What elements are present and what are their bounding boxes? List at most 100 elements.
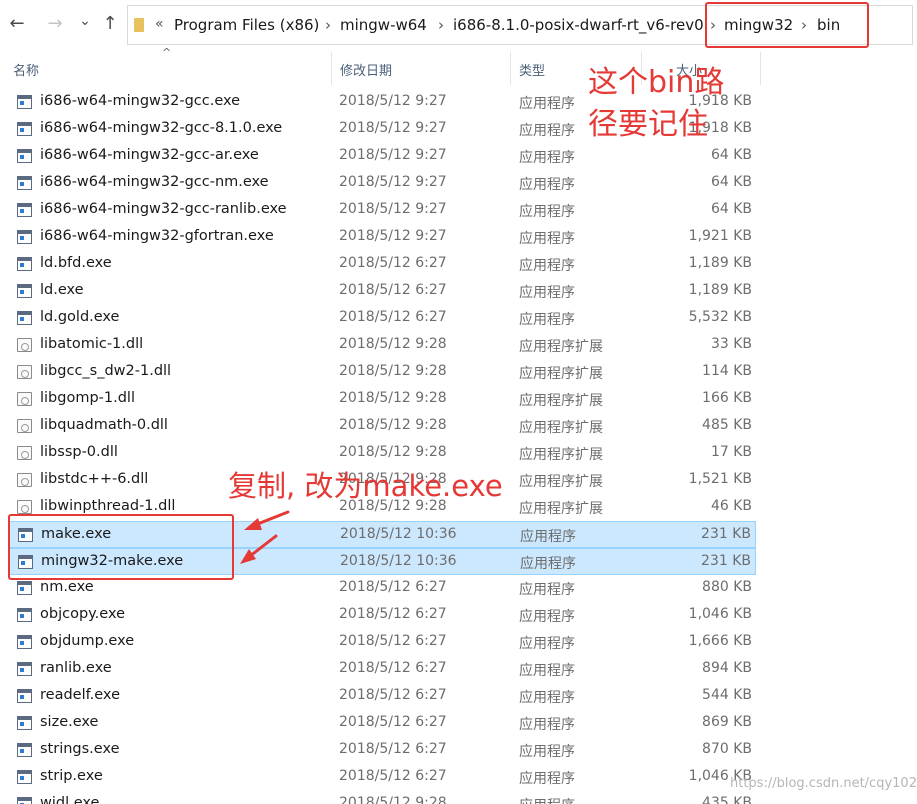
file-row[interactable]: readelf.exe 2018/5/12 6:27 应用程序 544 KB — [8, 683, 756, 710]
file-name: ld.exe — [40, 282, 84, 298]
file-row[interactable]: i686-w64-mingw32-gcc-nm.exe 2018/5/12 9:2… — [8, 170, 756, 197]
exe-file-icon — [17, 608, 32, 622]
file-name: libstdc++-6.dll — [40, 471, 149, 487]
file-date-modified: 2018/5/12 9:28 — [339, 795, 447, 804]
file-name: nm.exe — [40, 579, 94, 595]
exe-file-icon — [17, 689, 32, 703]
file-size: 894 KB — [702, 660, 752, 676]
file-name: objcopy.exe — [40, 606, 125, 622]
column-divider[interactable] — [510, 52, 511, 85]
file-row[interactable]: objdump.exe 2018/5/12 6:27 应用程序 1,666 KB — [8, 629, 756, 656]
file-row[interactable]: ranlib.exe 2018/5/12 6:27 应用程序 894 KB — [8, 656, 756, 683]
file-type: 应用程序 — [519, 312, 575, 328]
file-type: 应用程序扩展 — [519, 474, 603, 490]
file-row[interactable]: libgcc_s_dw2-1.dll 2018/5/12 9:28 应用程序扩展 11… — [8, 359, 756, 386]
breadcrumb-item[interactable]: i686-8.1.0-posix-dwarf-rt_v6-rev0 — [453, 16, 704, 34]
annotation-line: 这个bin路 — [588, 65, 725, 100]
file-name: i686-w64-mingw32-gcc-8.1.0.exe — [40, 120, 283, 136]
exe-file-icon — [17, 176, 32, 190]
forward-button[interactable]: → — [44, 13, 66, 35]
up-button[interactable]: ↑ — [99, 13, 121, 35]
chevron-right-icon[interactable]: › — [325, 16, 331, 34]
file-row[interactable]: i686-w64-mingw32-gcc-ranlib.exe 2018/5/12… — [8, 197, 756, 224]
file-type: 应用程序 — [519, 231, 575, 247]
file-date-modified: 2018/5/12 9:27 — [339, 201, 447, 217]
file-type: 应用程序 — [519, 582, 575, 598]
file-row[interactable]: i686-w64-mingw32-gfortran.exe 2018/5/12 9… — [8, 224, 756, 251]
file-type: 应用程序 — [519, 690, 575, 706]
file-date-modified: 2018/5/12 6:27 — [339, 606, 447, 622]
recent-locations-button[interactable]: ⌄ — [74, 10, 96, 32]
column-divider[interactable] — [760, 52, 761, 85]
arrow-left-icon: ← — [9, 13, 25, 34]
copy-annotation: 复制, 改为make.exe — [228, 469, 503, 503]
file-size: 231 KB — [701, 526, 751, 542]
file-row[interactable]: libquadmath-0.dll 2018/5/12 9:28 应用程序扩展 485… — [8, 413, 756, 440]
file-type: 应用程序扩展 — [519, 366, 603, 382]
file-type: 应用程序 — [519, 123, 575, 139]
file-type: 应用程序 — [520, 529, 576, 545]
file-row[interactable]: libatomic-1.dll 2018/5/12 9:28 应用程序扩展 33 KB — [8, 332, 756, 359]
file-size: 64 KB — [710, 147, 752, 163]
file-type: 应用程序 — [519, 636, 575, 652]
file-row[interactable]: ld.exe 2018/5/12 6:27 应用程序 1,189 KB — [8, 278, 756, 305]
breadcrumb-item[interactable]: mingw-w64 — [340, 16, 427, 34]
file-row[interactable]: libgomp-1.dll 2018/5/12 9:28 应用程序扩展 166 KB — [8, 386, 756, 413]
file-type: 应用程序 — [519, 663, 575, 679]
file-date-modified: 2018/5/12 6:27 — [339, 714, 447, 730]
file-type: 应用程序 — [519, 744, 575, 760]
breadcrumb-item[interactable]: Program Files (x86) — [174, 16, 319, 34]
chevron-right-icon[interactable]: › — [438, 16, 444, 34]
file-row[interactable]: strip.exe 2018/5/12 6:27 应用程序 1,046 KB — [8, 764, 756, 791]
file-row[interactable]: strings.exe 2018/5/12 6:27 应用程序 870 KB — [8, 737, 756, 764]
exe-file-icon — [17, 257, 32, 271]
file-name: ld.bfd.exe — [40, 255, 112, 271]
dll-file-icon — [17, 338, 32, 352]
column-type[interactable]: 类型 — [519, 60, 545, 79]
file-name: i686-w64-mingw32-gcc-ar.exe — [40, 147, 259, 163]
dll-file-icon — [17, 365, 32, 379]
file-row[interactable]: size.exe 2018/5/12 6:27 应用程序 869 KB — [8, 710, 756, 737]
file-row[interactable]: i686-w64-mingw32-gcc-ar.exe 2018/5/12 9:2… — [8, 143, 756, 170]
file-date-modified: 2018/5/12 9:28 — [339, 444, 447, 460]
file-type: 应用程序 — [519, 96, 575, 112]
file-type: 应用程序 — [519, 717, 575, 733]
file-row[interactable]: libssp-0.dll 2018/5/12 9:28 应用程序扩展 17 KB — [8, 440, 756, 467]
file-name: i686-w64-mingw32-gfortran.exe — [40, 228, 274, 244]
file-size: 869 KB — [702, 714, 752, 730]
exe-file-icon — [17, 635, 32, 649]
file-name: libatomic-1.dll — [40, 336, 144, 352]
file-row[interactable]: ld.gold.exe 2018/5/12 6:27 应用程序 5,532 KB — [8, 305, 756, 332]
file-size: 1,666 KB — [688, 633, 752, 649]
column-name[interactable]: 名称 — [13, 60, 39, 79]
file-size: 17 KB — [710, 444, 752, 460]
file-type: 应用程序 — [519, 771, 575, 787]
file-type: 应用程序 — [519, 150, 575, 166]
file-date-modified: 2018/5/12 9:27 — [339, 93, 447, 109]
file-type: 应用程序 — [519, 204, 575, 220]
arrow-right-icon: → — [47, 13, 63, 34]
file-type: 应用程序 — [519, 795, 575, 804]
file-name: ld.gold.exe — [40, 309, 120, 325]
file-size: 64 KB — [710, 201, 752, 217]
column-divider[interactable] — [331, 52, 332, 85]
column-date-modified[interactable]: 修改日期 — [340, 60, 392, 79]
file-size: 46 KB — [710, 498, 752, 514]
file-date-modified: 2018/5/12 9:28 — [339, 417, 447, 433]
file-row[interactable]: objcopy.exe 2018/5/12 6:27 应用程序 1,046 KB — [8, 602, 756, 629]
file-name: i686-w64-mingw32-gcc.exe — [40, 93, 241, 109]
back-button[interactable]: ← — [6, 13, 28, 35]
file-date-modified: 2018/5/12 6:27 — [339, 768, 447, 784]
file-row[interactable]: widl.exe 2018/5/12 9:28 应用程序 435 KB — [8, 791, 756, 804]
file-size: 1,521 KB — [688, 471, 752, 487]
file-date-modified: 2018/5/12 10:36 — [340, 526, 457, 542]
file-name: libgomp-1.dll — [40, 390, 135, 406]
exe-file-icon — [17, 149, 32, 163]
file-type: 应用程序 — [519, 177, 575, 193]
file-name: i686-w64-mingw32-gcc-nm.exe — [40, 174, 269, 190]
file-size: 485 KB — [702, 417, 752, 433]
breadcrumb-overflow-icon[interactable]: « — [155, 16, 164, 32]
file-type: 应用程序扩展 — [519, 339, 603, 355]
exe-file-icon — [17, 662, 32, 676]
file-row[interactable]: ld.bfd.exe 2018/5/12 6:27 应用程序 1,189 KB — [8, 251, 756, 278]
